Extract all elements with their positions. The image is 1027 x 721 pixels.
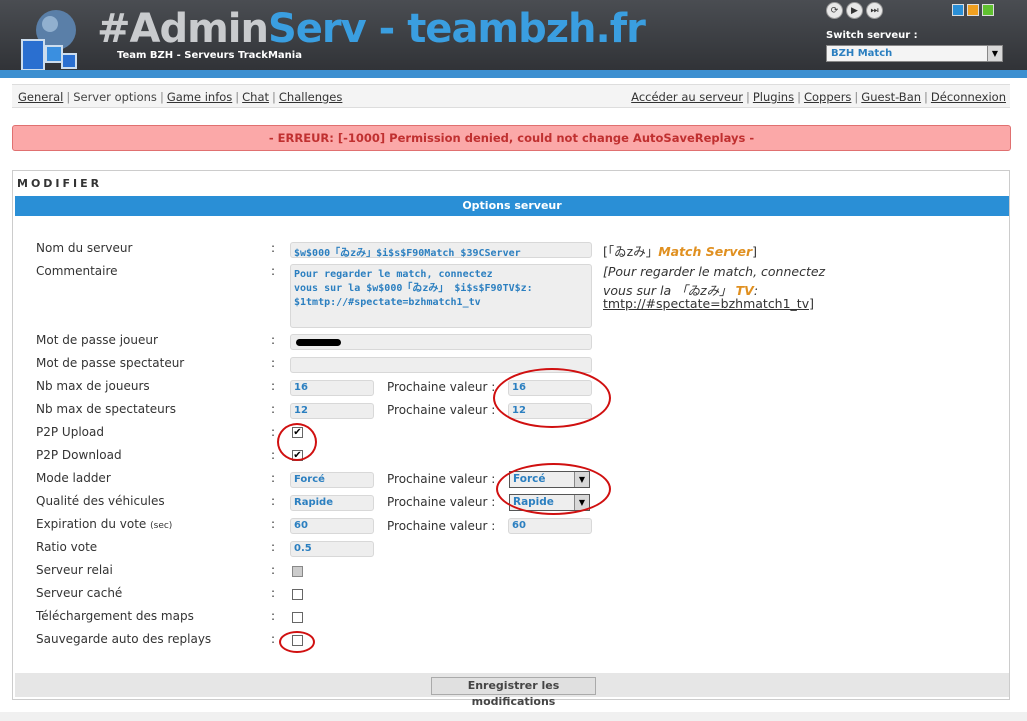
menu-logout[interactable]: Déconnexion — [931, 90, 1006, 104]
next-value-label: Prochaine valeur : — [387, 519, 496, 533]
menu-general[interactable]: General — [18, 90, 63, 104]
menu-chat[interactable]: Chat — [242, 90, 269, 104]
relay-server-label: Serveur relai — [36, 563, 113, 577]
player-password-label: Mot de passe joueur — [36, 333, 158, 347]
ladder-mode-input[interactable]: Forcé — [290, 472, 374, 488]
max-players-input[interactable]: 16 — [290, 380, 374, 396]
vote-timeout-next-input[interactable]: 60 — [508, 518, 592, 534]
theme-blue-icon[interactable] — [952, 4, 964, 16]
server-name-preview: [「ゐzみ」Match Server] — [603, 244, 758, 259]
hidden-server-label: Serveur caché — [36, 586, 123, 600]
menu-challenges[interactable]: Challenges — [279, 90, 343, 104]
switch-server-select[interactable]: BZH Match ▼ — [826, 45, 1003, 62]
hidden-server-checkbox[interactable] — [292, 589, 303, 600]
redaction-scribble — [296, 339, 341, 346]
play-icon[interactable]: ▶ — [846, 2, 863, 19]
header-stripe — [0, 70, 1027, 78]
panel-title: MODIFIER — [17, 177, 103, 190]
autosave-replays-label: Sauvegarde auto des replays — [36, 632, 212, 646]
menu-game-infos[interactable]: Game infos — [167, 90, 232, 104]
menu-access-server[interactable]: Accéder au serveur — [631, 90, 743, 104]
vehicle-quality-input[interactable]: Rapide — [290, 495, 374, 511]
nav-icons: ⟳ ▶ ⏭ — [826, 2, 883, 19]
theme-green-icon[interactable] — [982, 4, 994, 16]
next-value-label: Prochaine valeur : — [387, 403, 496, 417]
annotation-circle — [277, 423, 317, 461]
menu-right: Accéder au serveur | Plugins | Coppers | Guest… — [631, 90, 1006, 104]
vote-timeout-input[interactable]: 60 — [290, 518, 374, 534]
site-subtitle: Team BZH - Serveurs TrackMania — [117, 50, 302, 61]
server-logo-icon — [21, 10, 77, 71]
chevron-down-icon: ▼ — [987, 46, 1002, 61]
save-button[interactable]: Enregistrer les modifications — [431, 677, 596, 708]
max-spectators-input[interactable]: 12 — [290, 403, 374, 419]
annotation-circle — [493, 368, 611, 428]
menu-coppers[interactable]: Coppers — [804, 90, 851, 104]
annotation-circle — [496, 463, 611, 515]
vehicle-quality-label: Qualité des véhicules — [36, 494, 165, 508]
menu-plugins[interactable]: Plugins — [753, 90, 794, 104]
error-message: - ERREUR: [-1000] Permission denied, cou… — [12, 125, 1011, 151]
theme-switcher — [952, 4, 994, 16]
p2p-upload-label: P2P Upload — [36, 425, 104, 439]
server-name-label: Nom du serveur — [36, 241, 133, 255]
comment-preview-line1: [Pour regarder le match, connectez — [603, 264, 826, 279]
map-download-label: Téléchargement des maps — [36, 609, 194, 623]
vote-ratio-input[interactable]: 0.5 — [290, 541, 374, 557]
server-name-input[interactable]: $w$000「ゐzみ」$i$s$F90Match $39CServer — [290, 242, 592, 258]
player-password-input[interactable] — [290, 334, 592, 350]
spectator-password-label: Mot de passe spectateur — [36, 356, 185, 370]
vote-ratio-label: Ratio vote — [36, 540, 98, 554]
switch-server-label: Switch serveur : — [826, 30, 918, 41]
site-title: #AdminServ - teambzh.fr — [97, 6, 646, 52]
relay-server-checkbox — [292, 566, 303, 577]
annotation-circle — [279, 631, 315, 653]
theme-orange-icon[interactable] — [967, 4, 979, 16]
max-spectators-label: Nb max de spectateurs — [36, 402, 176, 416]
max-players-label: Nb max de joueurs — [36, 379, 150, 393]
refresh-icon[interactable]: ⟳ — [826, 2, 843, 19]
header: #AdminServ - teambzh.fr Team BZH - Serve… — [0, 0, 1027, 78]
next-value-label: Prochaine valeur : — [387, 472, 496, 486]
menu-left: General | Server options | Game infos | Chat | C… — [18, 90, 343, 104]
comment-label: Commentaire — [36, 264, 118, 278]
section-title: Options serveur — [15, 196, 1009, 216]
comment-preview-line3: tmtp://#spectate=bzhmatch1_tv] — [603, 296, 814, 311]
menu-server-options[interactable]: Server options — [73, 90, 157, 104]
footer — [0, 712, 1027, 721]
map-download-checkbox[interactable] — [292, 612, 303, 623]
ladder-mode-label: Mode ladder — [36, 471, 111, 485]
menu-bar: General | Server options | Game infos | Chat | C… — [12, 84, 1010, 108]
save-bar: Enregistrer les modifications — [15, 673, 1009, 708]
p2p-download-label: P2P Download — [36, 448, 122, 462]
menu-guest-ban[interactable]: Guest-Ban — [861, 90, 921, 104]
options-panel: MODIFIER Options serveur Nom du serveur … — [12, 170, 1010, 708]
vote-timeout-label: Expiration du vote (sec) — [36, 517, 173, 531]
comment-textarea[interactable]: Pour regarder le match, connectez vous s… — [290, 264, 592, 328]
next-value-label: Prochaine valeur : — [387, 495, 496, 509]
next-icon[interactable]: ⏭ — [866, 2, 883, 19]
next-value-label: Prochaine valeur : — [387, 380, 496, 394]
